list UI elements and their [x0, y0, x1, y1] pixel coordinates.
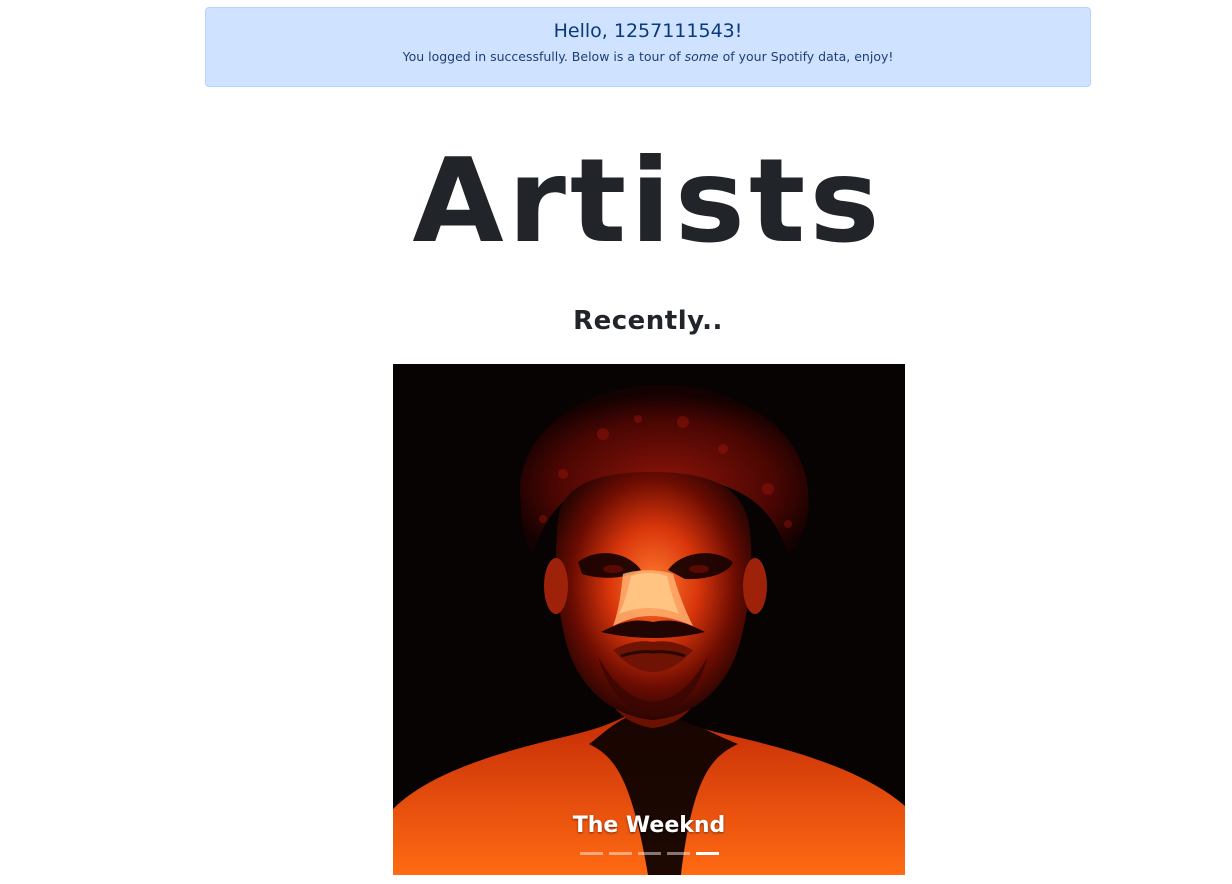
carousel-caption: The Weeknd — [572, 813, 726, 838]
carousel-indicator-4[interactable] — [666, 852, 690, 855]
message-part-2: of your Spotify data, enjoy! — [718, 49, 894, 64]
carousel-indicator-2[interactable] — [608, 852, 632, 855]
section-subtitle: Recently.. — [573, 306, 723, 336]
carousel-indicator-1[interactable] — [579, 852, 603, 855]
carousel-indicator-5[interactable] — [695, 852, 719, 855]
greeting-message: You logged in successfully. Below is a t… — [206, 49, 1090, 65]
greeting-title: Hello, 1257111543! — [553, 20, 743, 42]
artist-photo — [393, 364, 905, 875]
message-emphasis: some — [684, 49, 719, 64]
carousel-indicator-3[interactable] — [637, 852, 661, 855]
artist-carousel[interactable]: The Weeknd — [393, 364, 905, 875]
carousel-indicators — [393, 852, 905, 855]
page-title: Artists — [412, 133, 884, 269]
login-success-alert: Hello, 1257111543! You logged in success… — [205, 7, 1091, 87]
message-part-1: You logged in successfully. Below is a t… — [402, 49, 685, 64]
